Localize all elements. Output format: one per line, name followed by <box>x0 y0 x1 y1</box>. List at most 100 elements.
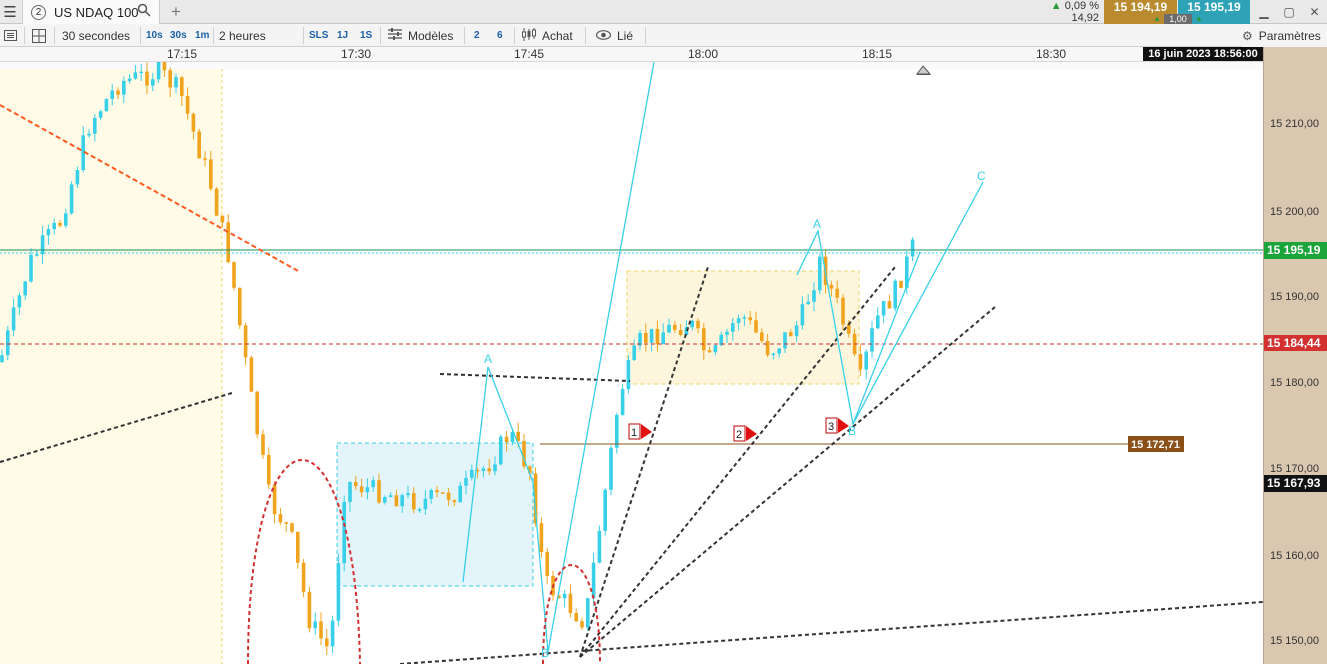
black-trendline[interactable] <box>399 601 1264 665</box>
candle-body <box>220 215 225 223</box>
candle-body <box>493 464 497 472</box>
candle-body <box>394 495 399 507</box>
candle-body <box>64 213 68 226</box>
list-icon[interactable] <box>4 24 17 47</box>
candle-body <box>180 77 184 97</box>
signal-marker-2[interactable]: 2 <box>733 425 757 442</box>
candle-body <box>789 332 793 337</box>
candle-body <box>765 340 770 355</box>
consolidation-zone-cyan[interactable] <box>336 442 534 587</box>
candle-body <box>870 328 874 352</box>
candle-body <box>464 477 468 486</box>
candle-body <box>661 332 665 345</box>
period-select[interactable]: 2 heures <box>219 24 266 47</box>
candle-body <box>417 509 422 511</box>
candle-body <box>139 71 143 74</box>
candle-body <box>504 436 509 443</box>
candle-body <box>336 563 341 621</box>
candle-body <box>818 256 822 291</box>
buy-button[interactable]: Achat <box>522 24 573 47</box>
candle-body <box>806 301 810 305</box>
candle-body <box>487 468 491 472</box>
price-tick: 15 190,00 <box>1270 291 1319 303</box>
up-triangle-icon: ▲ <box>1153 14 1161 23</box>
candle-body <box>910 239 915 257</box>
interval-30s-button[interactable]: 30s <box>170 24 187 47</box>
window-controls: ▁ ▢ ✕ <box>1252 0 1327 24</box>
candle-body <box>742 317 747 319</box>
time-tick: 18:00 <box>687 47 719 61</box>
chart-canvas[interactable]: 15 172,71 A B A B C 1 2 3 <box>0 61 1264 665</box>
minimize-icon[interactable]: ▁ <box>1259 5 1268 19</box>
close-icon[interactable]: ✕ <box>1310 5 1320 19</box>
candle-body <box>243 325 248 358</box>
candle-body <box>597 530 602 563</box>
candle-body <box>562 593 567 599</box>
time-axis[interactable]: 17:15 17:30 17:45 18:00 18:15 18:30 <box>0 47 1263 62</box>
candle-body <box>58 222 62 226</box>
ask-price: 15 195,19 <box>1187 0 1241 14</box>
candle-body <box>75 170 80 185</box>
session-band <box>0 62 222 664</box>
restore-icon[interactable]: ▢ <box>1283 5 1294 19</box>
candle-body <box>46 229 51 236</box>
menu-icon[interactable]: ☰ <box>0 0 20 24</box>
interval-select[interactable]: 30 secondes <box>62 24 130 47</box>
candle-body <box>609 447 613 490</box>
signal-marker-1[interactable]: 1 <box>628 423 652 440</box>
layout-2-button[interactable]: 2 <box>474 24 480 47</box>
price-axis-ticks: 15 210,00 15 200,00 15 190,00 15 180,00 … <box>1270 118 1319 647</box>
price-tick: 15 170,00 <box>1270 463 1319 475</box>
candle-body <box>122 80 126 95</box>
candle-body <box>446 492 451 501</box>
price-tick: 15 200,00 <box>1270 206 1319 218</box>
period-1j-button[interactable]: 1J <box>337 24 348 47</box>
candle-body <box>93 117 97 134</box>
candle-body <box>470 469 474 478</box>
candle-body <box>284 522 288 524</box>
interval-1m-button[interactable]: 1m <box>195 24 209 47</box>
candle-body <box>864 351 868 370</box>
candle-body <box>748 317 752 321</box>
red-level-label: 15 184,44 <box>1264 335 1327 351</box>
candle-body <box>238 287 242 326</box>
candle-body <box>365 487 370 493</box>
eye-icon <box>595 28 612 43</box>
sls-button[interactable]: SLS <box>309 24 328 47</box>
candle-body <box>145 71 149 86</box>
models-label: Modèles <box>408 28 454 43</box>
wave-label: B <box>848 424 856 438</box>
candle-body <box>267 454 271 485</box>
candle-body <box>133 72 138 79</box>
candle-body <box>655 328 660 345</box>
candle-body <box>736 318 741 324</box>
candle-body <box>800 304 805 326</box>
signal-marker-3[interactable]: 3 <box>825 417 849 434</box>
price-axis[interactable]: 15 210,00 15 200,00 15 190,00 15 180,00 … <box>1263 47 1327 664</box>
price-chart[interactable]: 15 172,71 A B A B C 1 2 3 <box>0 61 1264 665</box>
candle-body <box>835 288 839 298</box>
add-tab-button[interactable]: + <box>166 0 186 24</box>
grid-icon[interactable] <box>32 24 46 47</box>
layout-6-button[interactable]: 6 <box>497 24 503 47</box>
candle-body <box>174 77 178 88</box>
tab-us-ndaq-100[interactable]: 2 US NDAQ 100 <box>22 0 160 24</box>
period-1s-button[interactable]: 1S <box>360 24 372 47</box>
linked-button[interactable]: Lié <box>595 24 633 47</box>
interval-10s-button[interactable]: 10s <box>146 24 163 47</box>
candle-body <box>771 353 776 356</box>
models-button[interactable]: Modèles <box>388 24 453 47</box>
parameters-button[interactable]: ⚙ Paramètres <box>1242 24 1327 47</box>
search-icon[interactable] <box>137 3 151 20</box>
candle-body <box>725 331 729 335</box>
black-trendline[interactable] <box>439 373 631 382</box>
candle-body <box>232 262 236 288</box>
wave-label: A <box>813 217 821 231</box>
cursor-price-label: 15 167,93 <box>1264 475 1327 492</box>
consolidation-zone-yellow[interactable] <box>626 270 860 385</box>
buy-icon <box>522 27 536 44</box>
marker-number: 1 <box>631 427 637 439</box>
candle-body <box>69 184 74 214</box>
candle-body <box>574 612 578 622</box>
candle-body <box>214 188 219 216</box>
